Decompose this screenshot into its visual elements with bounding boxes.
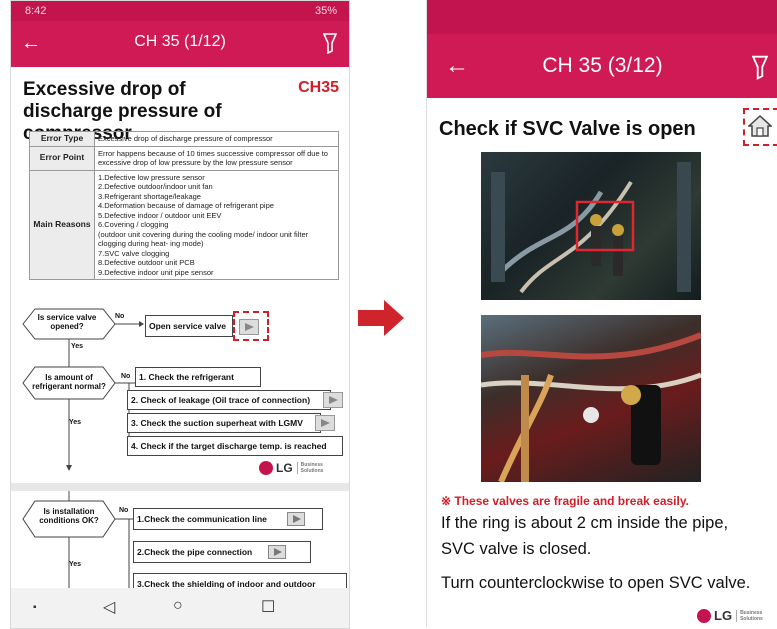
play-icon[interactable] [286,512,305,526]
lg-logo: LG Business Solutions [697,608,763,623]
status-bar: 8:42 35% [11,1,349,21]
check-label: 2.Check the pipe connection [137,547,253,557]
home-icon [748,114,772,137]
yes-label: Yes [69,561,82,568]
check-box: 2. Check of leakage (Oil trace of connec… [127,390,331,410]
decision-installation: Is installation conditions OK? [39,507,99,525]
left-phone-screen: 8:42 35% ← CH 35 (1/12) Excessive drop o… [10,0,350,629]
table-row: Error Point Error happens because of 10 … [29,145,339,171]
section-divider [11,483,349,491]
filter-icon[interactable] [752,54,768,80]
lg-subtitle: Business Solutions [736,609,763,622]
lg-brand: LG [714,608,733,623]
nav-menu-icon[interactable]: ▪ [33,602,37,613]
nav-back-icon[interactable]: ◁ [103,597,115,617]
play-icon[interactable] [323,392,343,408]
decision-refrigerant: Is amount of refrigerant normal? [32,373,106,391]
check-box: 1.Check the communication line [133,508,323,530]
document-content: Excessive drop of discharge pressure of … [11,67,349,609]
decision-service-valve: Is service valve opened? [37,313,97,331]
check-box: 2.Check the pipe connection [133,541,311,563]
no-label: No [115,313,125,320]
page-title: CH 35 (1/12) [134,33,226,50]
check-label: 1. Check the refrigerant [139,372,234,382]
highlight-box [233,311,269,341]
check-label: 1.Check the communication line [137,514,267,524]
no-label: No [121,373,131,380]
section-heading: Check if SVC Valve is open [439,118,696,140]
lg-subtitle: Business Solutions [296,462,323,474]
table-key: Main Reasons [29,169,95,280]
instruction-line: If the ring is about 2 cm inside the pip… [441,514,729,532]
filter-icon[interactable] [323,32,337,54]
lg-logo: LG Business Solutions [259,461,323,475]
table-value: Error happens because of 10 times succes… [94,145,339,171]
status-battery: 35% [314,5,337,17]
check-label: 2. Check of leakage (Oil trace of connec… [131,395,311,405]
play-icon[interactable] [268,545,287,559]
transition-arrow-icon [358,300,404,336]
no-label: No [119,507,129,514]
home-button[interactable] [743,108,777,146]
lg-logo-icon [697,608,711,623]
table-row: Error Type Excessive drop of discharge p… [29,131,339,147]
system-nav-bar: ▪ ◁ ○ ☐ [11,588,349,628]
table-key: Error Type [29,131,95,147]
table-row: Main Reasons 1.Defective low pressure se… [29,169,339,280]
lg-logo-icon [259,461,273,475]
status-time: 8:42 [25,5,47,17]
warning-note: ※ These valves are fragile and break eas… [441,494,689,508]
lg-brand: LG [276,461,293,475]
yes-label: Yes [69,419,82,426]
highlight-box [575,200,635,252]
error-info-table: Error Type Excessive drop of discharge p… [29,131,339,280]
error-code: CH35 [298,79,339,96]
app-bar: ← CH 35 (3/12) [427,34,777,98]
status-bar [427,0,777,34]
nav-home-icon[interactable]: ○ [173,597,183,615]
valve-photo-2 [481,315,701,482]
check-label: 3. Check the suction superheat with LGMV [131,418,303,428]
table-value: Excessive drop of discharge pressure of … [94,131,339,147]
page-title: CH 35 (3/12) [542,54,663,77]
play-icon[interactable] [315,415,335,431]
check-box: 1. Check the refrigerant [135,367,261,387]
table-value: 1.Defective low pressure sensor 2.Defect… [94,169,339,280]
check-box: 3. Check the suction superheat with LGMV [127,413,321,433]
open-service-valve-label: Open service valve [149,321,227,331]
open-service-valve-box: Open service valve [145,315,233,337]
app-bar: ← CH 35 (1/12) [11,21,349,67]
table-key: Error Point [29,145,95,171]
nav-recents-icon[interactable]: ☐ [261,597,275,617]
yes-label: Yes [71,343,84,350]
right-phone-screen: ← CH 35 (3/12) Check if SVC Valve is ope… [426,0,777,627]
check-box: 4. Check if the target discharge temp. i… [127,436,343,456]
check-label: 4. Check if the target discharge temp. i… [131,441,327,451]
instruction-line: SVC valve is closed. [441,540,592,558]
instruction-line: Turn counterclockwise to open SVC valve. [441,574,751,592]
valve-photo-1 [481,152,701,300]
